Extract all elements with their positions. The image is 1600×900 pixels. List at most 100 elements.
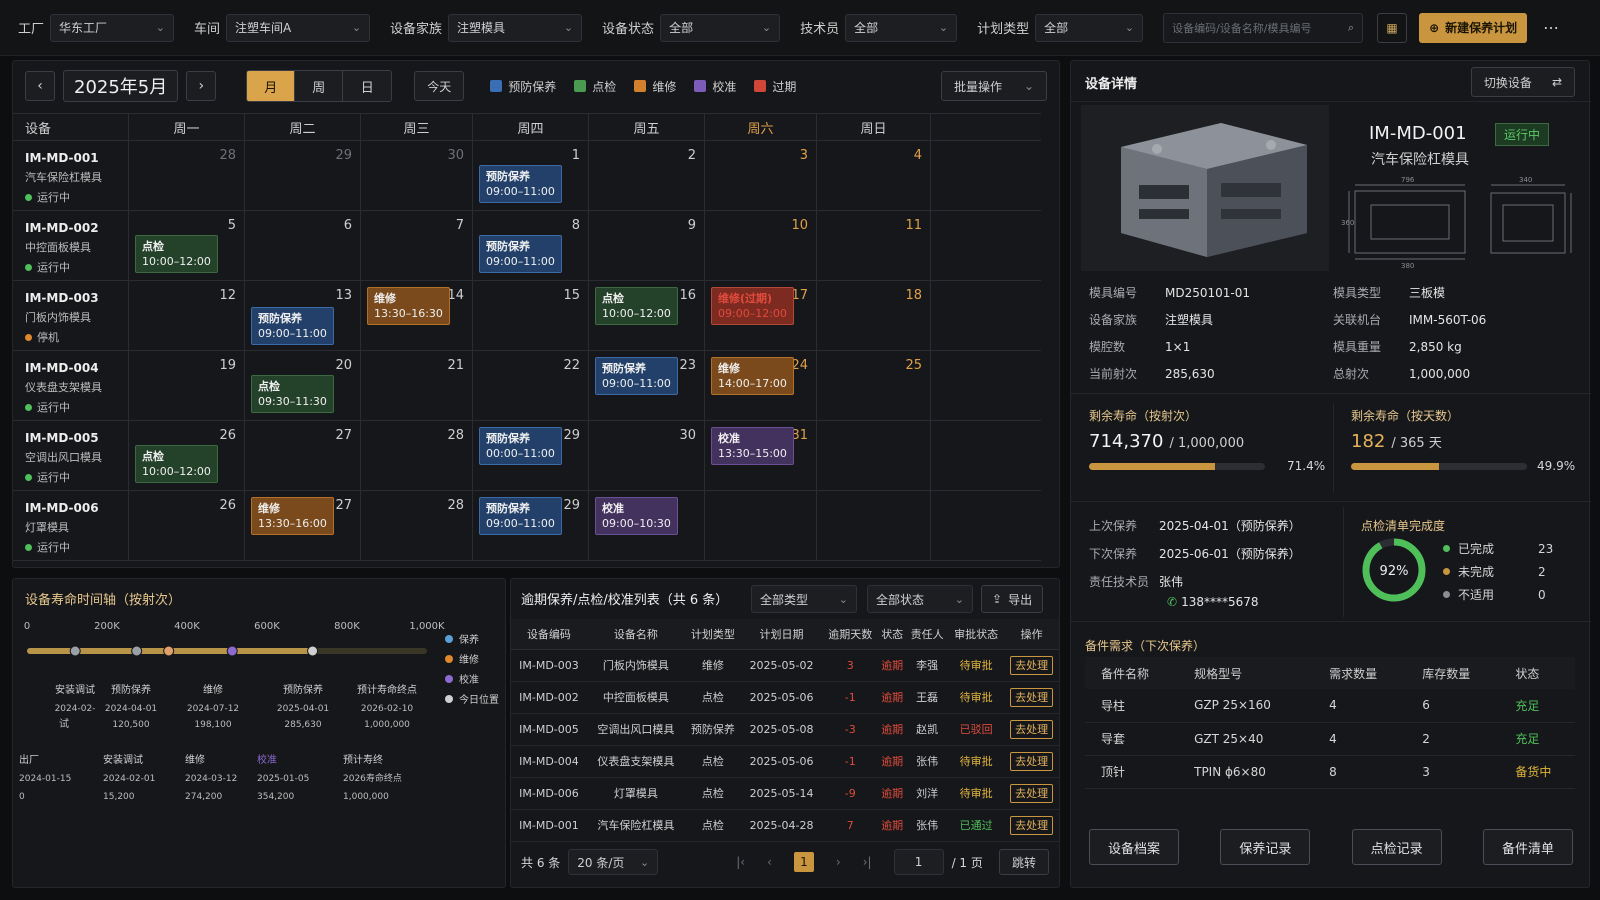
- detail-action-button[interactable]: 保养记录: [1220, 829, 1311, 865]
- day-cell[interactable]: [705, 491, 817, 560]
- calendar-event[interactable]: 预防保养 09:00–11:00: [479, 235, 562, 273]
- day-cell[interactable]: 21: [361, 351, 473, 420]
- tab-week[interactable]: 周: [295, 71, 344, 101]
- detail-action-button[interactable]: 设备档案: [1089, 829, 1179, 865]
- day-cell[interactable]: 28: [129, 141, 245, 210]
- detail-action-button[interactable]: 点检记录: [1351, 829, 1442, 865]
- day-cell[interactable]: 6: [245, 211, 361, 280]
- calendar-event[interactable]: 预防保养 09:00–11:00: [479, 497, 562, 535]
- day-cell[interactable]: 24 维修 14:00–17:00: [705, 351, 817, 420]
- overdue-action[interactable]: 去处理: [1010, 816, 1054, 835]
- switch-device-button[interactable]: 切换设备 ⇄: [1470, 67, 1575, 97]
- day-cell[interactable]: 校准 09:00–10:30: [589, 491, 705, 560]
- device-cell[interactable]: IM-MD-006 灯罩模具 运行中: [13, 491, 129, 560]
- calendar-event[interactable]: 维修 14:00–17:00: [711, 357, 794, 395]
- family-select[interactable]: 注塑模具 ⌄: [448, 13, 583, 42]
- day-cell[interactable]: 9: [589, 211, 705, 280]
- today-button[interactable]: 今天: [414, 71, 465, 101]
- page-1-button[interactable]: 1: [793, 852, 814, 872]
- device-cell[interactable]: IM-MD-002 中控面板模具 运行中: [13, 211, 129, 280]
- day-cell[interactable]: 5 点检 10:00–12:00: [129, 211, 245, 280]
- overdue-action[interactable]: 去处理: [1010, 752, 1054, 771]
- day-cell[interactable]: 26 点检 10:00–12:00: [129, 421, 245, 490]
- day-cell[interactable]: 18: [817, 281, 931, 350]
- day-cell[interactable]: 29 预防保养 00:00–11:00: [473, 421, 589, 490]
- calendar-event[interactable]: 点检 10:00–12:00: [135, 235, 218, 273]
- calendar-icon[interactable]: ▦: [1377, 12, 1408, 43]
- day-cell[interactable]: 29 预防保养 09:00–11:00: [473, 491, 589, 560]
- status-select[interactable]: 全部 ⌄: [660, 13, 781, 42]
- day-cell[interactable]: [817, 421, 931, 490]
- day-cell[interactable]: 28: [361, 421, 473, 490]
- calendar-event[interactable]: 维修 13:30–16:30: [367, 287, 450, 325]
- table-row[interactable]: IM-MD-001 汽车保险杠模具 点检 2025-04-28 7 逾期 张伟 已通过 去处理: [511, 809, 1059, 842]
- table-row[interactable]: IM-MD-003 门板内饰模具 维修 2025-05-02 3 逾期 李强 待审批 去处理: [511, 649, 1059, 682]
- detail-action-button[interactable]: 备件清单: [1482, 829, 1573, 865]
- table-row[interactable]: IM-MD-005 空调出风口模具 预防保养 2025-05-08 -3 逾期 赵凯 已驳回 去…: [511, 713, 1059, 746]
- calendar-event[interactable]: 预防保养 09:00–11:00: [595, 357, 678, 395]
- new-plan-button[interactable]: ⊕ 新建保养计划: [1419, 12, 1528, 43]
- day-cell[interactable]: 4: [817, 141, 931, 210]
- batch-button[interactable]: 批量操作 ⌄: [941, 71, 1047, 101]
- day-cell[interactable]: 26: [129, 491, 245, 560]
- day-cell[interactable]: 14 维修 13:30–16:30: [361, 281, 473, 350]
- page-input[interactable]: 1: [893, 849, 944, 875]
- device-cell[interactable]: IM-MD-005 空调出风口模具 运行中: [13, 421, 129, 490]
- day-cell[interactable]: 28: [361, 491, 473, 560]
- prev-month-button[interactable]: ‹: [25, 71, 55, 101]
- factory-select[interactable]: 华东工厂 ⌄: [50, 13, 175, 42]
- day-cell[interactable]: 30: [589, 421, 705, 490]
- more-icon[interactable]: ⋯: [1543, 18, 1559, 37]
- calendar-event[interactable]: 校准 09:00–10:30: [595, 497, 678, 535]
- overdue-cell-action[interactable]: 去处理: [1004, 713, 1059, 746]
- overdue-action[interactable]: 去处理: [1010, 720, 1054, 739]
- overdue-cell-action[interactable]: 去处理: [1004, 649, 1059, 682]
- day-cell[interactable]: 7: [361, 211, 473, 280]
- table-row[interactable]: IM-MD-002 中控面板模具 点检 2025-05-06 -1 逾期 王磊 待审批 去处理: [511, 681, 1059, 714]
- day-cell[interactable]: 20 点检 09:30–11:30: [245, 351, 361, 420]
- calendar-event[interactable]: 预防保养 00:00–11:00: [479, 427, 562, 465]
- plan-select[interactable]: 全部 ⌄: [1035, 13, 1144, 42]
- day-cell[interactable]: 30: [361, 141, 473, 210]
- calendar-event[interactable]: 维修 13:30–16:00: [251, 497, 334, 535]
- export-button[interactable]: ⇪ 导出: [981, 585, 1044, 613]
- type-filter[interactable]: 全部类型 ⌄: [751, 585, 857, 613]
- tech-select[interactable]: 全部 ⌄: [845, 13, 958, 42]
- tab-day[interactable]: 日: [343, 71, 392, 101]
- day-cell[interactable]: 27: [245, 421, 361, 490]
- day-cell[interactable]: 11: [817, 211, 931, 280]
- last-page-icon[interactable]: ›|: [863, 855, 872, 869]
- day-cell[interactable]: [817, 491, 931, 560]
- overdue-action[interactable]: 去处理: [1010, 656, 1054, 675]
- next-page-icon[interactable]: ›: [836, 855, 841, 869]
- calendar-event[interactable]: 校准 13:30–15:00: [711, 427, 794, 465]
- calendar-event[interactable]: 预防保养 09:00–11:00: [479, 165, 562, 203]
- day-cell[interactable]: 12: [129, 281, 245, 350]
- day-cell[interactable]: 15: [473, 281, 589, 350]
- tab-month[interactable]: 月: [247, 71, 296, 101]
- overdue-cell-action[interactable]: 去处理: [1004, 809, 1059, 842]
- overdue-cell-action[interactable]: 去处理: [1004, 777, 1059, 810]
- calendar-event[interactable]: 点检 10:00–12:00: [595, 287, 678, 325]
- day-cell[interactable]: 23 预防保养 09:00–11:00: [589, 351, 705, 420]
- page-size-select[interactable]: 20 条/页 ⌄: [568, 849, 659, 875]
- day-cell[interactable]: 19: [129, 351, 245, 420]
- device-cell[interactable]: IM-MD-001 汽车保险杠模具 运行中: [13, 141, 129, 210]
- day-cell[interactable]: 10: [705, 211, 817, 280]
- day-cell[interactable]: 13 预防保养 09:00–11:00: [245, 281, 361, 350]
- day-cell[interactable]: 31 校准 13:30–15:00: [705, 421, 817, 490]
- overdue-action[interactable]: 去处理: [1010, 784, 1054, 803]
- calendar-event[interactable]: 维修(过期) 09:00–12:00: [711, 287, 794, 325]
- table-row[interactable]: IM-MD-004 仪表盘支架模具 点检 2025-05-06 -1 逾期 张伟 待审批 去处理: [511, 745, 1059, 778]
- first-page-icon[interactable]: |‹: [736, 855, 745, 869]
- day-cell[interactable]: 17 维修(过期) 09:00–12:00: [705, 281, 817, 350]
- day-cell[interactable]: 29: [245, 141, 361, 210]
- calendar-event[interactable]: 预防保养 09:00–11:00: [251, 307, 334, 345]
- table-row[interactable]: IM-MD-006 灯罩模具 点检 2025-05-14 -9 逾期 刘洋 待审批 去处理: [511, 777, 1059, 810]
- day-cell[interactable]: 3: [705, 141, 817, 210]
- prev-page-icon[interactable]: ‹: [767, 855, 772, 869]
- overdue-cell-action[interactable]: 去处理: [1004, 681, 1059, 714]
- device-cell[interactable]: IM-MD-003 门板内饰模具 停机: [13, 281, 129, 350]
- overdue-action[interactable]: 去处理: [1010, 688, 1054, 707]
- day-cell[interactable]: 25: [817, 351, 931, 420]
